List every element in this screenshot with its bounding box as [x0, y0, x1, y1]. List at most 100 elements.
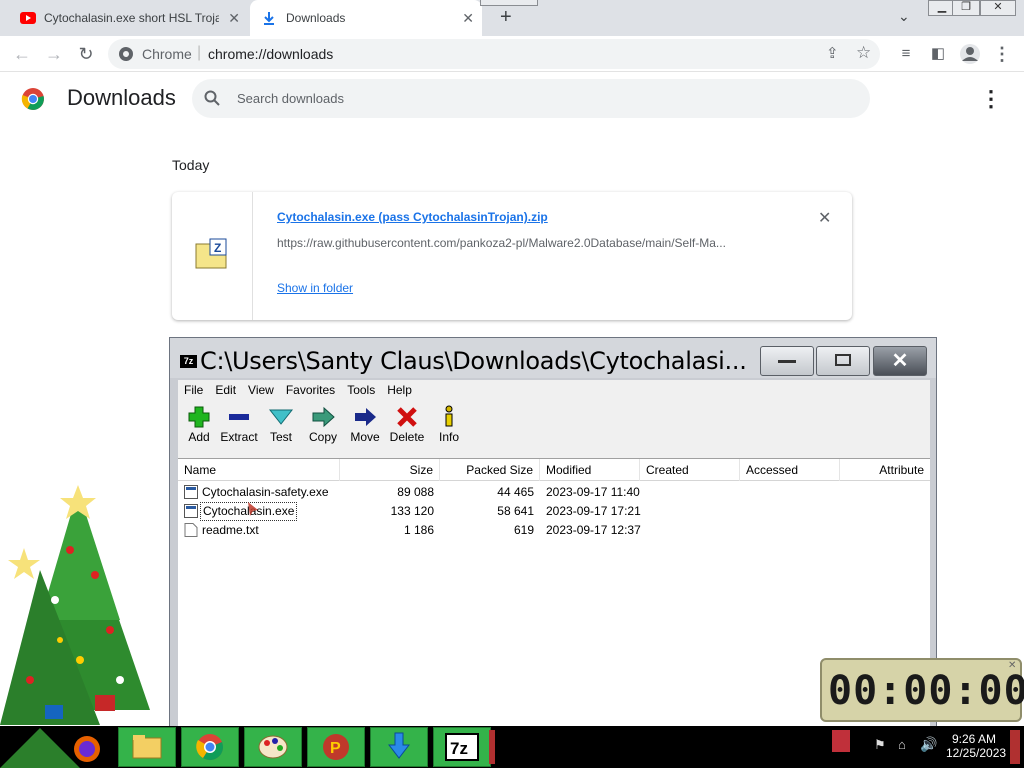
add-plus-icon	[188, 406, 210, 428]
taskbar-paint[interactable]	[244, 727, 302, 767]
extract-minus-icon	[229, 414, 249, 420]
taskbar-file-explorer[interactable]	[118, 727, 176, 767]
clock-close-icon[interactable]: ✕	[1008, 660, 1016, 671]
info-i-icon	[445, 405, 453, 427]
file-explorer-icon	[132, 735, 162, 759]
download-item-card: Z Cytochalasin.exe (pass CytochalasinTro…	[172, 192, 852, 320]
info-button[interactable]: Info	[428, 404, 470, 448]
page-menu-icon[interactable]: ⋮	[980, 86, 1002, 112]
bookmark-star-icon[interactable]: ☆	[856, 43, 871, 63]
extract-button[interactable]: Extract	[218, 404, 260, 448]
download-arrow-icon	[387, 732, 411, 759]
taskbar-downloader[interactable]	[370, 727, 428, 767]
download-source-url: https://raw.githubusercontent.com/pankoz…	[277, 236, 726, 250]
file-name: readme.txt	[202, 523, 259, 537]
close-button[interactable]: ✕	[873, 346, 927, 376]
column-created[interactable]: Created	[640, 459, 740, 481]
taskbar-7zip[interactable]: 7z	[433, 727, 491, 767]
new-tab-button[interactable]: +	[500, 6, 512, 29]
chrome-menu-icon[interactable]: ⋮	[990, 42, 1014, 66]
media-queue-icon[interactable]: ≡	[894, 42, 918, 66]
close-tab-icon[interactable]: ✕	[462, 10, 474, 27]
download-filename-link[interactable]: Cytochalasin.exe (pass CytochalasinTroja…	[277, 210, 548, 224]
profile-avatar-icon[interactable]	[959, 43, 981, 65]
paint-shop-icon: P	[323, 734, 349, 760]
7zip-app-icon: 7z	[180, 355, 197, 368]
menu-view[interactable]: View	[242, 380, 280, 400]
tab-strip: Cytochalasin.exe short HSL Trojan ✕ Down…	[0, 0, 1024, 36]
menu-edit[interactable]: Edit	[209, 380, 242, 400]
restore-window-button[interactable]: ❐	[952, 0, 980, 16]
menu-file[interactable]: File	[178, 380, 209, 400]
extract-label: Extract	[220, 430, 258, 444]
share-icon[interactable]: ⇪	[826, 44, 839, 62]
tab-downloads[interactable]: Downloads ✕	[250, 0, 482, 36]
maximize-button[interactable]	[816, 346, 870, 376]
column-packed-size[interactable]: Packed Size	[440, 459, 540, 481]
action-center-icon[interactable]: ⚑	[874, 737, 886, 753]
youtube-icon	[20, 12, 36, 24]
chrome-icon	[119, 47, 133, 61]
network-icon[interactable]: ⌂	[898, 737, 906, 752]
file-list-header: Name Size Packed Size Modified Created A…	[178, 459, 930, 481]
move-button[interactable]: Move	[344, 404, 386, 448]
delete-x-icon	[397, 407, 417, 427]
date: 12/25/2023	[946, 746, 1007, 760]
column-modified[interactable]: Modified	[540, 459, 640, 481]
info-label: Info	[438, 430, 459, 444]
svg-text:Z: Z	[214, 241, 221, 255]
svg-text:P: P	[330, 740, 341, 757]
text-file-icon	[184, 523, 198, 537]
countdown-clock-widget[interactable]: 00:00:00 ✕	[820, 658, 1024, 722]
file-row[interactable]: Cytochalasin.exe 133 120 58 641 2023-09-…	[178, 502, 930, 521]
christmas-tree-image	[0, 485, 150, 725]
taskbar: P 7z ⚑ ⌂ 🔊	[0, 726, 1024, 768]
test-button[interactable]: Test	[260, 404, 302, 448]
zip-file-icon: Z	[195, 238, 227, 269]
address-bar[interactable]: Chrome | chrome://downloads ⇪ ☆	[108, 39, 880, 69]
minimize-button[interactable]	[760, 346, 814, 376]
volume-icon[interactable]: 🔊	[920, 736, 937, 753]
menu-favorites[interactable]: Favorites	[280, 380, 341, 400]
site-label: Chrome	[142, 46, 192, 62]
close-tab-icon[interactable]: ✕	[228, 10, 240, 27]
column-name[interactable]: Name	[178, 459, 340, 481]
delete-button[interactable]: Delete	[386, 404, 428, 448]
tab-search-chevron-icon[interactable]: ⌄	[898, 8, 910, 25]
show-in-folder-link[interactable]: Show in folder	[277, 281, 353, 295]
back-arrow-icon[interactable]: ←	[10, 42, 34, 66]
file-modified: 2023-09-17 17:21	[546, 504, 641, 518]
copy-button[interactable]: Copy	[302, 404, 344, 448]
forward-arrow-icon[interactable]: →	[42, 42, 66, 66]
reload-icon[interactable]: ↻	[74, 42, 98, 66]
file-row[interactable]: readme.txt 1 186 619 2023-09-17 12:37	[178, 521, 930, 540]
menu-tools[interactable]: Tools	[341, 380, 381, 400]
file-row[interactable]: Cytochalasin-safety.exe 89 088 44 465 20…	[178, 483, 930, 502]
menu-help[interactable]: Help	[381, 380, 418, 400]
tab-youtube[interactable]: Cytochalasin.exe short HSL Trojan ✕	[10, 0, 248, 36]
show-desktop-flag-icon[interactable]	[832, 730, 850, 752]
copy-label: Copy	[308, 430, 337, 444]
7zip-title-bar[interactable]: 7z C:\Users\Santy Claus\Downloads\Cytoch…	[170, 338, 936, 378]
test-check-icon	[268, 409, 294, 425]
side-panel-icon[interactable]: ◧	[926, 42, 950, 66]
column-attribute[interactable]: Attribute	[840, 459, 930, 481]
svg-text:7z: 7z	[450, 739, 468, 758]
firefox-icon[interactable]	[72, 734, 102, 764]
window-title: C:\Users\Santy Claus\Downloads\Cytochala…	[200, 347, 747, 375]
search-downloads-input[interactable]: Search downloads	[192, 79, 870, 118]
taskbar-paint-shop[interactable]: P	[307, 727, 365, 767]
system-clock[interactable]: 9:26 AM 12/25/2023	[946, 732, 1007, 760]
remove-download-icon[interactable]: ✕	[818, 208, 831, 228]
file-list: Name Size Packed Size Modified Created A…	[178, 458, 930, 732]
card-divider	[252, 192, 253, 320]
add-button[interactable]: Add	[178, 404, 220, 448]
file-size: 89 088	[397, 485, 434, 499]
taskbar-chrome[interactable]	[181, 727, 239, 767]
chrome-logo-icon	[21, 88, 44, 110]
column-size[interactable]: Size	[340, 459, 440, 481]
close-window-button[interactable]: ✕	[980, 0, 1016, 16]
page-title: Downloads	[67, 85, 176, 110]
column-accessed[interactable]: Accessed	[740, 459, 840, 481]
delete-label: Delete	[389, 430, 425, 444]
